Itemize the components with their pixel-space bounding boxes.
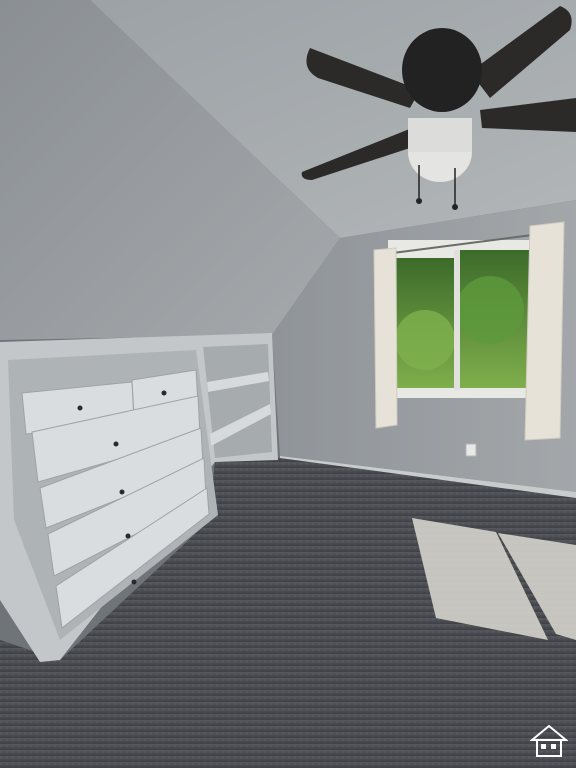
drawer-knob	[119, 489, 125, 495]
drawer-knob	[113, 441, 119, 447]
drawer-knob	[77, 405, 83, 411]
drawer-knob	[131, 579, 137, 585]
right-curtain	[524, 221, 565, 441]
drawer-knob	[125, 533, 131, 539]
drawer-knob	[161, 390, 167, 396]
left-curtain	[373, 247, 398, 429]
wall-outlet	[465, 443, 477, 457]
fan-motor	[402, 28, 482, 112]
window	[388, 240, 538, 398]
room-scene	[0, 0, 576, 768]
house-logo-icon	[530, 724, 568, 757]
